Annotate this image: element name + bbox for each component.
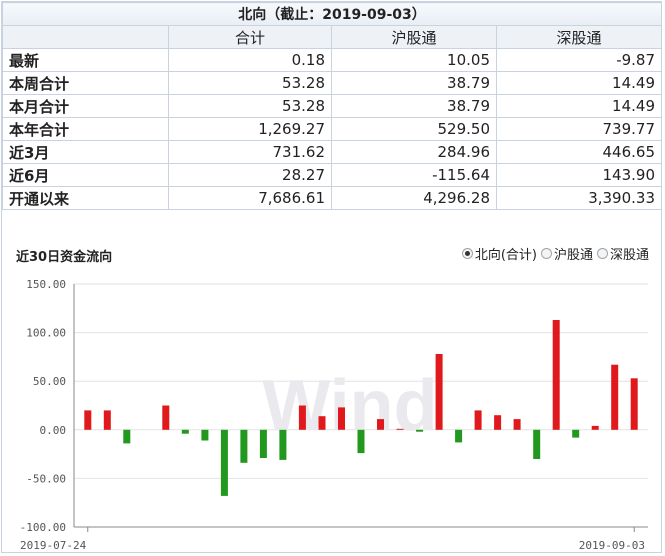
radio-unselected-icon[interactable] — [596, 248, 608, 259]
bar[interactable] — [123, 429, 131, 444]
value-shenzhen: 446.65 — [496, 140, 662, 164]
header-label — [2, 25, 169, 49]
bar[interactable] — [416, 429, 424, 432]
value-shanghai: 529.50 — [331, 117, 497, 141]
bar[interactable] — [396, 428, 404, 430]
row-label: 本周合计 — [2, 71, 169, 95]
bar[interactable] — [377, 419, 384, 430]
value-total: 731.62 — [168, 140, 332, 164]
table-row: 本周合计 53.28 38.79 14.49 — [2, 71, 662, 95]
bar[interactable] — [181, 429, 189, 434]
y-tick-label: -100.00 — [20, 521, 66, 534]
table-row: 近3月 731.62 284.96 446.65 — [2, 140, 662, 164]
bar[interactable] — [240, 429, 248, 463]
bar[interactable] — [338, 407, 345, 430]
chart-title: 近30日资金流向 — [16, 250, 113, 265]
bar[interactable] — [279, 429, 287, 460]
value-shenzhen: 143.90 — [496, 163, 662, 187]
series-option-total[interactable]: 北向(合计) — [461, 244, 537, 263]
value-shanghai: 284.96 — [331, 140, 497, 164]
value-total: 0.18 — [168, 48, 332, 72]
y-tick-label: 0.00 — [40, 424, 67, 437]
header-shanghai: 沪股通 — [331, 25, 497, 49]
value-shanghai: -115.64 — [331, 163, 497, 187]
bar[interactable] — [201, 429, 209, 441]
bar[interactable] — [435, 354, 443, 430]
row-label: 近3月 — [2, 140, 169, 164]
value-shenzhen: 14.49 — [496, 94, 662, 118]
value-shanghai: 38.79 — [331, 71, 497, 95]
bar[interactable] — [630, 378, 638, 430]
value-total: 53.28 — [168, 71, 332, 95]
fund-flow-chart: Wind 150.00 100.00 50.00 0.00 -50.00 -100.00 2… — [20, 278, 648, 552]
bar[interactable] — [494, 415, 502, 430]
series-option-shanghai[interactable]: 沪股通 — [540, 244, 593, 263]
table-row: 本月合计 53.28 38.79 14.49 — [2, 94, 662, 118]
value-shenzhen: -9.87 — [496, 48, 662, 72]
value-shenzhen: 14.49 — [496, 71, 662, 95]
value-total: 1,269.27 — [168, 117, 332, 141]
series-option-label: 深股通 — [609, 248, 649, 263]
bar[interactable] — [318, 416, 326, 430]
header-shenzhen: 深股通 — [496, 25, 662, 49]
series-selector: 北向(合计) 沪股通 深股通 — [461, 244, 649, 263]
table-title: 北向（截止：2019-09-03） — [2, 2, 662, 26]
row-label: 最新 — [2, 48, 169, 72]
table-title-row: 北向（截止：2019-09-03） — [2, 2, 662, 26]
row-label: 开通以来 — [2, 186, 169, 210]
bar[interactable] — [611, 364, 619, 430]
bar[interactable] — [513, 419, 521, 430]
row-label: 本年合计 — [2, 117, 169, 141]
bar[interactable] — [298, 405, 306, 430]
value-total: 53.28 — [168, 94, 332, 118]
y-tick-label: 100.00 — [26, 327, 66, 340]
table-row: 近6月 28.27 -115.64 143.90 — [2, 163, 662, 187]
bar[interactable] — [103, 410, 111, 430]
value-shanghai: 10.05 — [331, 48, 497, 72]
y-tick-label: 150.00 — [26, 278, 66, 291]
y-tick-label: -50.00 — [26, 472, 66, 485]
table-header-row: 合计 沪股通 深股通 — [2, 25, 662, 49]
bar[interactable] — [357, 429, 365, 454]
series-option-label: 沪股通 — [553, 248, 593, 263]
value-total: 28.27 — [168, 163, 332, 187]
value-total: 7,686.61 — [168, 186, 332, 210]
table-row: 最新 0.18 10.05 -9.87 — [2, 48, 662, 72]
value-shanghai: 4,296.28 — [331, 186, 497, 210]
value-shenzhen: 739.77 — [496, 117, 662, 141]
x-end-label: 2019-09-03 — [579, 539, 645, 552]
bar[interactable] — [474, 410, 482, 430]
northbound-summary-table: 北向（截止：2019-09-03） 合计 沪股通 深股通 最新 0.18 10.05… — [2, 2, 662, 210]
radio-unselected-icon[interactable] — [540, 248, 552, 259]
header-total: 合计 — [168, 25, 332, 49]
bar[interactable] — [220, 429, 228, 496]
value-shenzhen: 3,390.33 — [496, 186, 662, 210]
bar[interactable] — [259, 429, 267, 458]
radio-selected-icon[interactable] — [461, 248, 473, 259]
bar[interactable] — [533, 429, 541, 459]
bar[interactable] — [591, 425, 599, 430]
y-tick-label: 50.00 — [33, 375, 66, 388]
bar[interactable] — [455, 429, 463, 443]
bar[interactable] — [572, 429, 580, 438]
series-option-label: 北向(合计) — [474, 248, 537, 263]
bar[interactable] — [552, 320, 560, 430]
x-start-label: 2019-07-24 — [20, 539, 87, 552]
row-label: 近6月 — [2, 163, 169, 187]
bar[interactable] — [84, 410, 92, 430]
series-option-shenzhen[interactable]: 深股通 — [596, 244, 649, 263]
wind-watermark: Wind — [262, 366, 437, 446]
table-row: 本年合计 1,269.27 529.50 739.77 — [2, 117, 662, 141]
row-label: 本月合计 — [2, 94, 169, 118]
bar[interactable] — [162, 405, 170, 430]
value-shanghai: 38.79 — [331, 94, 497, 118]
table-row: 开通以来 7,686.61 4,296.28 3,390.33 — [2, 186, 662, 210]
